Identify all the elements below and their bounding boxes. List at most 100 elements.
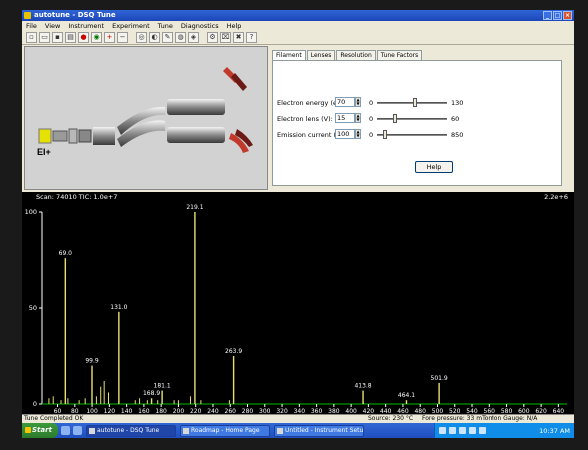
tab-resolution[interactable]: Resolution: [336, 50, 376, 60]
ion-gauge: Ion Gauge: N/A: [492, 415, 538, 422]
emission-current-min: 0: [369, 131, 374, 139]
y-tick-label: 50: [29, 304, 37, 312]
autotune-icon[interactable]: ◐: [149, 32, 160, 43]
scan-info: Scan: 74010 TIC: 1.0e+7: [36, 193, 118, 201]
plus-icon[interactable]: +: [104, 32, 115, 43]
taskbar-item-dsq-tune[interactable]: autotune - DSQ Tune: [86, 424, 176, 437]
peak-label: 501.9: [431, 375, 448, 382]
taskbar: Start autotune - DSQ Tune Roadmap - Home…: [22, 423, 574, 438]
taskbar-item-roadmap[interactable]: Roadmap - Home Page: [180, 424, 270, 437]
ion-source-label: EI+: [37, 147, 51, 157]
peak-label: 168.9: [143, 390, 160, 397]
peak-label: 464.1: [398, 392, 415, 399]
clock: 10:37 AM: [539, 426, 570, 435]
help-button[interactable]: Help: [415, 161, 453, 173]
tune-panel: Filament Lenses Resolution Tune Factors …: [272, 46, 570, 190]
electron-lens-label: Electron lens (V):: [277, 115, 333, 123]
emission-current-input[interactable]: 100: [335, 129, 355, 139]
update-icon[interactable]: [479, 427, 486, 434]
tab-lenses[interactable]: Lenses: [306, 50, 336, 60]
electron-lens-max: 60: [451, 115, 460, 123]
menu-help[interactable]: Help: [227, 21, 242, 31]
electron-energy-min: 0: [369, 99, 374, 107]
param-row-emission-current: Emission current (uA): 100 ▲ ▼ 0 850: [277, 129, 559, 141]
settings-icon[interactable]: ⚙: [207, 32, 218, 43]
peak-label: 219.1: [186, 204, 203, 211]
vent-icon[interactable]: ⌧: [220, 32, 231, 43]
electron-energy-spinner[interactable]: ▲ ▼: [355, 97, 361, 107]
menu-view[interactable]: View: [45, 21, 60, 31]
ie-quicklaunch-icon[interactable]: [61, 426, 70, 435]
menu-diagnostics[interactable]: Diagnostics: [181, 21, 219, 31]
peak-label: 69.0: [59, 250, 73, 257]
system-tray: 10:37 AM: [434, 423, 574, 438]
network-icon[interactable]: [439, 427, 446, 434]
fore-pressure: Fore pressure: 33 mTorr: [422, 415, 494, 422]
toolbar: ▫ ▭ ▪ ▤ ● ◉ + − ◎ ◐ ✎ ◍ ◈ ⚙ ⌧ ✖ ?: [22, 31, 574, 45]
emission-current-slider-thumb[interactable]: [383, 130, 388, 139]
electron-lens-min: 0: [369, 115, 374, 123]
electron-energy-slider-thumb[interactable]: [412, 98, 417, 107]
param-row-electron-energy: Electron energy (eV): 70 ▲ ▼ 0 130: [277, 97, 559, 109]
peak-label: 181.1: [154, 383, 171, 390]
emission-current-max: 850: [451, 131, 464, 139]
peak-label: 131.0: [110, 304, 127, 311]
maximize-icon[interactable]: □: [553, 11, 562, 20]
volume-icon[interactable]: [449, 427, 456, 434]
minimize-icon[interactable]: _: [543, 11, 552, 20]
taskbar-item-instrument-setup[interactable]: Untitled - Instrument Setup: [274, 424, 364, 437]
tune-icon[interactable]: ◎: [136, 32, 147, 43]
menu-instrument[interactable]: Instrument: [68, 21, 104, 31]
pump-icon[interactable]: ✖: [233, 32, 244, 43]
intensity-scale: 2.2e+6: [544, 193, 568, 201]
calibrate-icon[interactable]: ◈: [188, 32, 199, 43]
schematic-drawing: [25, 47, 267, 189]
open-icon[interactable]: ▭: [39, 32, 50, 43]
help-icon[interactable]: ?: [246, 32, 257, 43]
menu-experiment[interactable]: Experiment: [112, 21, 150, 31]
emission-current-spinner[interactable]: ▲ ▼: [355, 129, 361, 139]
menu-tune[interactable]: Tune: [158, 21, 173, 31]
window-controls: _ □ ×: [543, 11, 572, 20]
record-icon[interactable]: ◉: [91, 32, 102, 43]
electron-energy-max: 130: [451, 99, 464, 107]
peak-label: 413.8: [354, 383, 371, 390]
stop-icon[interactable]: ●: [78, 32, 89, 43]
tab-tune-factors[interactable]: Tune Factors: [376, 50, 423, 60]
status-message: Tune Completed OK: [24, 415, 84, 422]
desktop-quicklaunch-icon[interactable]: [73, 426, 82, 435]
mass-spectrum-panel: 0 50 100 60 80 100 120 140 160 180 200 220 240 260 280…: [22, 192, 574, 414]
menu-bar: File View Instrument Experiment Tune Dia…: [22, 21, 574, 31]
close-icon[interactable]: ×: [563, 11, 572, 20]
wrench-icon[interactable]: ✎: [162, 32, 173, 43]
param-row-electron-lens: Electron lens (V): 15 ▲ ▼ 0 60: [277, 113, 559, 125]
electron-lens-slider[interactable]: [377, 118, 447, 120]
start-button[interactable]: Start: [22, 423, 58, 438]
instrument-schematic: EI+: [24, 46, 268, 190]
title-bar: autotune - DSQ Tune _ □ ×: [22, 10, 574, 21]
print-icon[interactable]: ▤: [65, 32, 76, 43]
instrument-status-icon[interactable]: [469, 427, 476, 434]
y-tick-label: 0: [33, 400, 37, 408]
mass-spectrum-chart: 05010060 80 100 120 140 160 180 200 220 240 260 280…: [25, 204, 567, 414]
minus-icon[interactable]: −: [117, 32, 128, 43]
electron-lens-input[interactable]: 15: [335, 113, 355, 123]
y-tick-label: 100: [25, 208, 37, 216]
new-icon[interactable]: ▫: [26, 32, 37, 43]
menu-file[interactable]: File: [26, 21, 37, 31]
status-bar: Tune Completed OK Source: 230 °C Fore pr…: [22, 414, 574, 423]
filament-tab-body: Electron energy (eV): 70 ▲ ▼ 0 130 Electr…: [272, 60, 562, 186]
source-temperature: Source: 230 °C: [368, 415, 414, 422]
peak-label: 99.9: [85, 358, 99, 365]
app-icon: [24, 12, 31, 19]
save-icon[interactable]: ▪: [52, 32, 63, 43]
diagnostics-icon[interactable]: ◍: [175, 32, 186, 43]
electron-lens-slider-thumb[interactable]: [392, 114, 397, 123]
emission-current-slider[interactable]: [377, 134, 447, 136]
monitor-screen: autotune - DSQ Tune _ □ × File View Inst…: [22, 10, 574, 438]
peak-label: 263.9: [225, 348, 242, 355]
security-icon[interactable]: [459, 427, 466, 434]
electron-lens-spinner[interactable]: ▲ ▼: [355, 113, 361, 123]
window-title: autotune - DSQ Tune: [34, 11, 116, 19]
electron-energy-input[interactable]: 70: [335, 97, 355, 107]
